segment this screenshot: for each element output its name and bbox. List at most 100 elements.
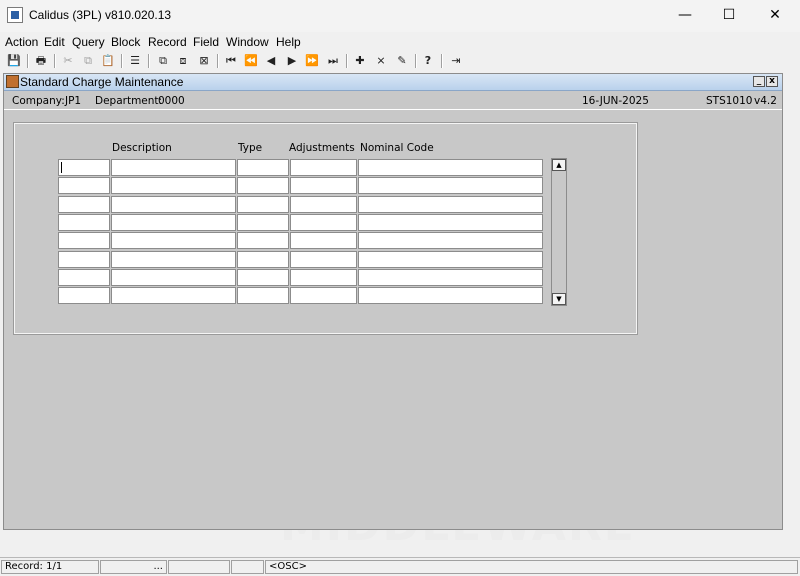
text-cursor <box>61 162 62 173</box>
type-cell[interactable] <box>237 232 289 250</box>
scroll-down-icon[interactable]: ▼ <box>552 293 566 305</box>
status-bar: Record: 1/1 ... <OSC> <box>0 557 800 576</box>
next-block-icon[interactable]: ⏩ <box>304 53 320 69</box>
info-divider <box>4 109 782 110</box>
window-title: Calidus (3PL) v810.020.13 <box>29 8 172 22</box>
toolbar-separator <box>148 54 150 68</box>
nominal-code-cell[interactable] <box>358 287 543 305</box>
status-empty-field <box>168 560 230 574</box>
nominal-code-cell[interactable] <box>358 213 543 231</box>
description-cell[interactable] <box>111 250 236 268</box>
list-icon[interactable]: ☰ <box>127 53 143 69</box>
code-cell[interactable] <box>58 213 110 231</box>
grid-scrollbar[interactable]: ▲ ▼ <box>551 158 567 306</box>
menu-query[interactable]: Query <box>72 35 105 49</box>
menu-help[interactable]: Help <box>276 35 301 49</box>
department-value: 0000 <box>158 95 185 107</box>
minimize-button[interactable]: — <box>662 0 708 30</box>
adjustments-cell[interactable] <box>290 159 357 176</box>
next-record-icon[interactable]: ▶ <box>284 53 300 69</box>
menu-bar: Action Edit Query Block Record Field Win… <box>0 32 800 52</box>
copy-icon[interactable]: ⧉ <box>80 53 96 69</box>
form-version: v4.2 <box>754 95 777 107</box>
adjustments-cell[interactable] <box>290 213 357 231</box>
type-cell[interactable] <box>237 177 289 195</box>
help-icon[interactable]: ? <box>420 53 436 69</box>
nominal-code-cell[interactable] <box>358 159 543 176</box>
adjustments-cell[interactable] <box>290 177 357 195</box>
close-button[interactable]: ✕ <box>752 0 798 30</box>
print-icon[interactable]: 🖶 <box>33 53 49 69</box>
window-title-bar: Calidus (3PL) v810.020.13 — ☐ ✕ <box>0 0 800 32</box>
scroll-up-icon[interactable]: ▲ <box>552 159 566 171</box>
menu-record[interactable]: Record <box>148 35 187 49</box>
description-cell[interactable] <box>111 268 236 286</box>
company-label: Company: <box>12 95 65 107</box>
toolbar-separator <box>27 54 29 68</box>
code-cell[interactable] <box>58 232 110 250</box>
previous-block-icon[interactable]: ⏪ <box>243 53 259 69</box>
cut-icon[interactable]: ✂ <box>60 53 76 69</box>
current-date: 16-JUN-2025 <box>582 95 649 107</box>
description-cell[interactable] <box>111 159 236 176</box>
insert-record-icon[interactable]: ✚ <box>352 53 368 69</box>
nominal-code-cell[interactable] <box>358 177 543 195</box>
type-cell[interactable] <box>237 159 289 176</box>
menu-action[interactable]: Action <box>5 35 38 49</box>
code-cell[interactable] <box>58 159 110 176</box>
adjustments-cell[interactable] <box>290 250 357 268</box>
last-record-icon[interactable]: ⏭ <box>325 53 341 69</box>
cancel-query-icon[interactable]: ⊠ <box>196 53 212 69</box>
header-type: Type <box>238 142 263 154</box>
toolbar-separator <box>415 54 417 68</box>
toolbar-separator <box>346 54 348 68</box>
status-empty-field <box>231 560 264 574</box>
type-cell[interactable] <box>237 287 289 305</box>
nominal-code-cell[interactable] <box>358 268 543 286</box>
paste-icon[interactable]: 📋 <box>100 53 116 69</box>
clear-record-icon[interactable]: ✎ <box>394 53 410 69</box>
menu-edit[interactable]: Edit <box>44 35 65 49</box>
adjustments-cell[interactable] <box>290 195 357 213</box>
menu-block[interactable]: Block <box>111 35 140 49</box>
code-cell[interactable] <box>58 268 110 286</box>
delete-record-icon[interactable]: ⨯ <box>373 53 389 69</box>
code-cell[interactable] <box>58 195 110 213</box>
type-cell[interactable] <box>237 195 289 213</box>
code-cell[interactable] <box>58 177 110 195</box>
exit-icon[interactable]: ⇥ <box>448 53 464 69</box>
description-cell[interactable] <box>111 195 236 213</box>
description-cell[interactable] <box>111 177 236 195</box>
nominal-code-cell[interactable] <box>358 195 543 213</box>
type-cell[interactable] <box>237 268 289 286</box>
code-cell[interactable] <box>58 250 110 268</box>
form-close-button[interactable]: x <box>766 76 778 87</box>
app-icon <box>7 7 23 23</box>
first-record-icon[interactable]: ⏮ <box>223 53 239 69</box>
company-value: JP1 <box>65 95 82 107</box>
form-window: Standard Charge Maintenance _ x Company:… <box>3 73 783 530</box>
form-info-bar: Company: JP1 Department: 0000 16-JUN-202… <box>4 92 782 108</box>
description-cell[interactable] <box>111 213 236 231</box>
maximize-button[interactable]: ☐ <box>706 0 752 30</box>
form-icon <box>6 75 19 88</box>
type-cell[interactable] <box>237 213 289 231</box>
nominal-code-cell[interactable] <box>358 250 543 268</box>
department-label: Department: <box>95 95 163 107</box>
description-cell[interactable] <box>111 287 236 305</box>
header-adjustments: Adjustments <box>289 142 355 154</box>
save-icon[interactable]: 💾 <box>6 53 22 69</box>
previous-record-icon[interactable]: ◀ <box>263 53 279 69</box>
adjustments-cell[interactable] <box>290 232 357 250</box>
adjustments-cell[interactable] <box>290 268 357 286</box>
nominal-code-cell[interactable] <box>358 232 543 250</box>
execute-query-icon[interactable]: ⧈ <box>175 53 191 69</box>
description-cell[interactable] <box>111 232 236 250</box>
type-cell[interactable] <box>237 250 289 268</box>
enter-query-icon[interactable]: ⧉ <box>155 53 171 69</box>
adjustments-cell[interactable] <box>290 287 357 305</box>
menu-window[interactable]: Window <box>226 35 269 49</box>
form-minimize-button[interactable]: _ <box>753 76 765 87</box>
menu-field[interactable]: Field <box>193 35 219 49</box>
code-cell[interactable] <box>58 287 110 305</box>
